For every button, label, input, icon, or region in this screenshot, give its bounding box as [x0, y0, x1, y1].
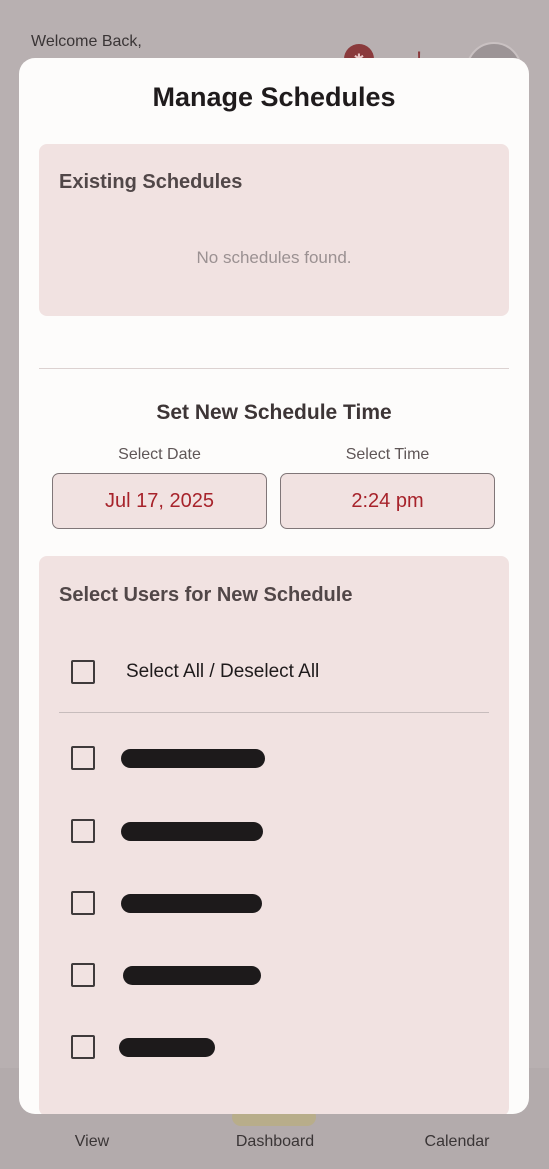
user-name-redacted [121, 822, 263, 841]
user-checkbox[interactable] [71, 1035, 95, 1059]
date-label: Select Date [118, 446, 201, 463]
date-picker-button[interactable]: Jul 17, 2025 [52, 473, 267, 529]
user-name-redacted [121, 894, 262, 913]
dialog-title: Manage Schedules [152, 82, 396, 112]
user-checkbox[interactable] [71, 746, 95, 770]
select-all-label[interactable]: Select All / Deselect All [126, 661, 319, 683]
nav-dashboard[interactable]: Dashboard [205, 1133, 345, 1151]
new-schedule-title: Set New Schedule Time [156, 401, 392, 424]
nav-calendar[interactable]: Calendar [387, 1133, 527, 1151]
user-name-redacted [123, 966, 261, 985]
section-divider [39, 368, 509, 369]
existing-schedules-title: Existing Schedules [59, 171, 243, 193]
user-checkbox[interactable] [71, 819, 95, 843]
empty-state-text: No schedules found. [196, 248, 352, 267]
manage-schedules-dialog: Manage Schedules Existing Schedules No s… [19, 58, 529, 1114]
user-name-redacted [119, 1038, 215, 1057]
user-checkbox[interactable] [71, 891, 95, 915]
user-name-redacted [121, 749, 265, 768]
select-users-card: Select Users for New Schedule Select All… [39, 556, 509, 1114]
time-picker-button[interactable]: 2:24 pm [280, 473, 495, 529]
select-users-title: Select Users for New Schedule [59, 584, 353, 606]
existing-schedules-card: Existing Schedules No schedules found. [39, 144, 509, 316]
welcome-text: Welcome Back, [31, 33, 142, 50]
nav-view[interactable]: View [22, 1133, 162, 1151]
select-all-checkbox[interactable] [71, 660, 95, 684]
users-divider [59, 712, 489, 713]
user-checkbox[interactable] [71, 963, 95, 987]
time-label: Select Time [345, 446, 430, 463]
